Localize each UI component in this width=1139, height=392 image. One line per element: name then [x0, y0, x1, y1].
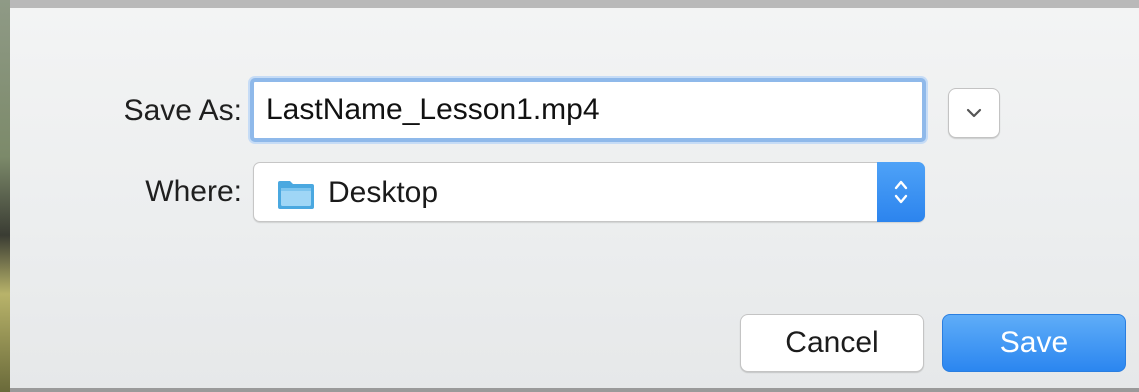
chevron-down-icon [966, 108, 982, 118]
where-label: Where: [145, 175, 242, 208]
save-button[interactable]: Save [942, 314, 1126, 372]
filename-input[interactable] [266, 93, 922, 127]
location-popup[interactable]: Desktop [253, 162, 925, 222]
save-dialog: Save As: Where: Desktop Cancel Save [10, 0, 1139, 392]
location-popup-arrows[interactable] [877, 162, 925, 222]
location-label: Desktop [328, 176, 439, 209]
save-as-label: Save As: [123, 94, 242, 127]
filename-field[interactable] [250, 78, 926, 142]
folder-icon [278, 181, 314, 209]
up-down-arrows-icon [894, 180, 908, 204]
expand-dialog-button[interactable] [948, 88, 1000, 138]
cancel-button[interactable]: Cancel [740, 314, 924, 372]
